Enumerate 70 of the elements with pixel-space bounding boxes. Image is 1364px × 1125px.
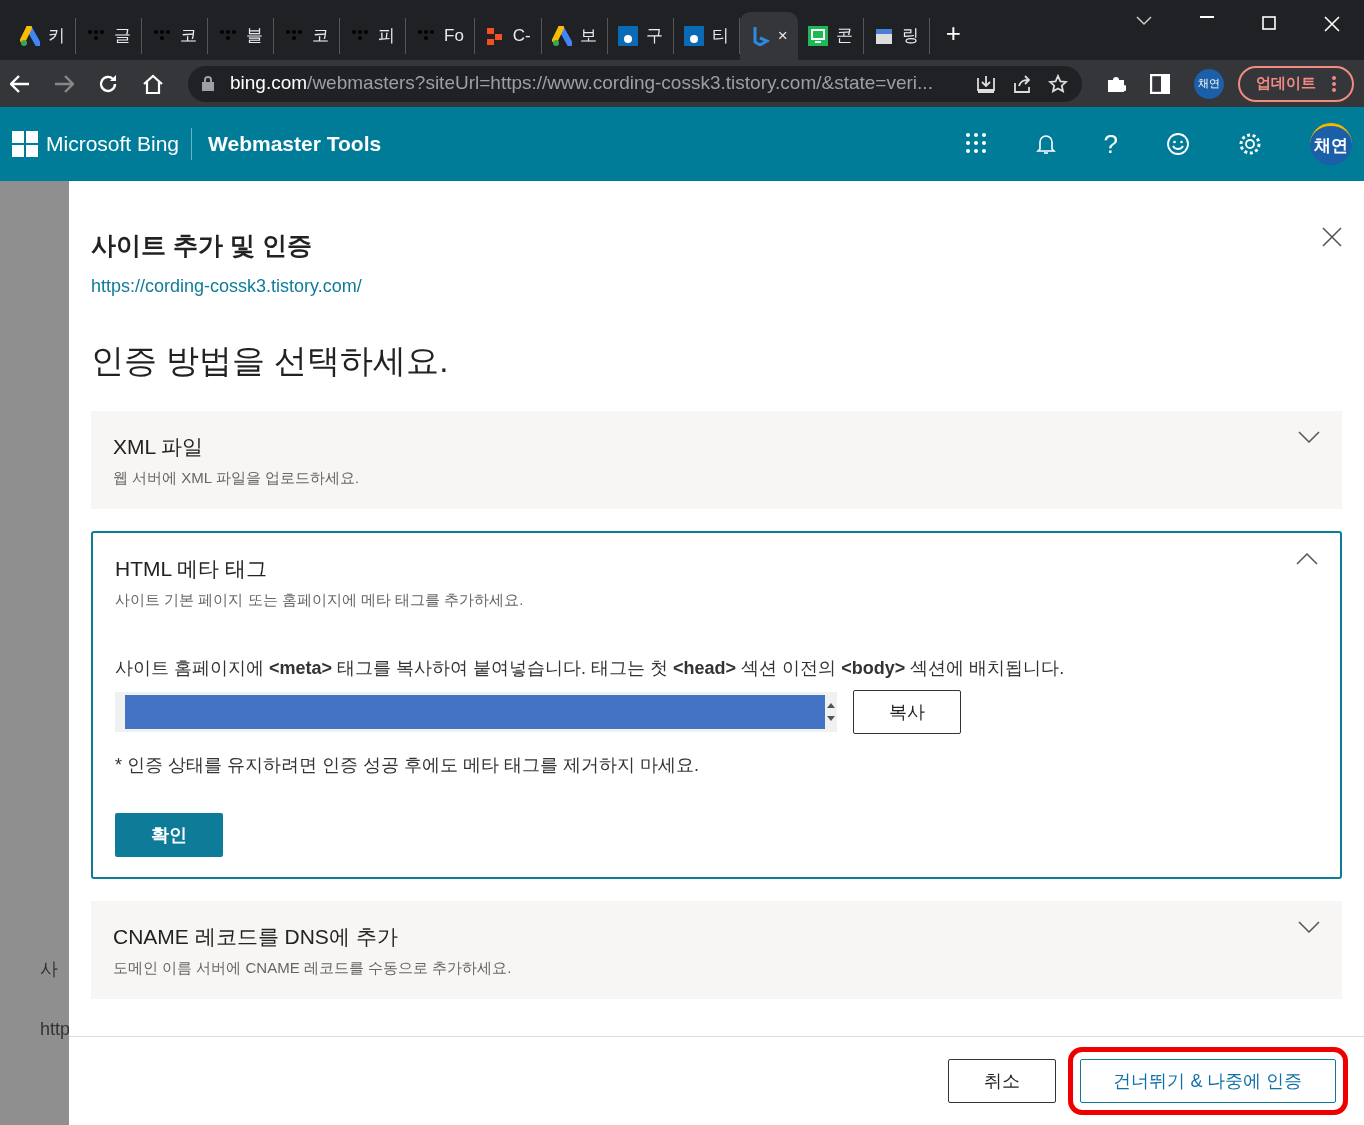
browser-tab[interactable]: 구 [607, 18, 674, 54]
blocks-icon [484, 26, 505, 46]
site-url-link[interactable]: https://cording-cossk3.tistory.com/ [91, 272, 362, 300]
note-text: * 인증 상태를 유지하려면 인증 성공 후에도 메타 태그를 제거하지 마세요. [115, 754, 700, 777]
method-title: XML 파일 [113, 434, 205, 460]
background-text: 사 [40, 958, 58, 981]
ads-logo-icon [551, 26, 572, 46]
lock-icon [202, 76, 214, 91]
ads-logo-icon [20, 26, 40, 46]
chevron-down-icon[interactable] [1298, 431, 1320, 443]
forward-arrow-icon[interactable] [54, 74, 74, 93]
browser-tab[interactable]: Fo [406, 18, 475, 54]
dialog-title: 사이트 추가 및 인증 [91, 230, 313, 261]
instruction-text: 사이트 홈페이지에 <meta> 태그를 복사하여 붙여넣습니다. 태그는 첫 <head> 섹션 이전의 <body> 섹션에 배치됩니다. [115, 657, 1066, 680]
method-title: CNAME 레코드를 DNS에 추가 [113, 924, 399, 950]
star-icon[interactable] [1048, 73, 1068, 94]
browser-tab[interactable]: 콘 [797, 18, 864, 54]
share-icon[interactable] [1012, 73, 1032, 94]
profile-avatar[interactable]: 채연 [1194, 68, 1224, 99]
browser-tab[interactable]: 피 [340, 18, 406, 54]
close-icon[interactable] [1322, 227, 1342, 247]
app-grid-icon[interactable] [965, 133, 988, 155]
home-icon[interactable] [142, 73, 164, 94]
help-button[interactable]: ? [1103, 124, 1118, 164]
address-bar[interactable]: bing.com/webmasters?siteUrl=https://www.cording-cossk3.tistory.com/&state=veri... [188, 65, 1082, 102]
settings-icon[interactable] [1238, 132, 1262, 156]
method-description: 도메인 이름 서버에 CNAME 레코드를 수동으로 추가하세요. [113, 957, 512, 978]
browser-tab[interactable]: 코 [142, 18, 208, 54]
browser-tab[interactable]: 블 [208, 18, 274, 54]
accordion-panel[interactable]: XML 파일 웹 서버에 XML 파일을 업로드하세요. [91, 411, 1342, 509]
confirm-button[interactable]: 확인 [115, 813, 223, 857]
section-heading: 인증 방법을 선택하세요. [90, 340, 450, 381]
browser-tab[interactable]: 보 [541, 18, 608, 54]
method-description: 사이트 기본 페이지 또는 홈페이지에 메타 태그를 추가하세요. [115, 589, 524, 610]
side-panel-icon[interactable] [1150, 73, 1170, 94]
copy-button[interactable]: 복사 [853, 690, 961, 734]
user-avatar[interactable]: 채연 [1310, 123, 1352, 165]
background-text: http [40, 1018, 71, 1041]
browser-tab[interactable]: 링 [863, 18, 930, 54]
method-title: HTML 메타 태그 [115, 556, 269, 582]
site-logo-icon [617, 26, 638, 46]
bell-icon[interactable] [1035, 133, 1056, 155]
maximize-icon[interactable] [1262, 16, 1276, 30]
url-text: bing.com/webmasters?siteUrl=https://www.cording-cossk3.tistory.com/&state=veri... [230, 71, 934, 96]
windows-logo-icon [12, 131, 38, 157]
browser-tab[interactable]: × [739, 12, 798, 60]
chevron-up-icon[interactable] [1296, 553, 1318, 565]
store-icon [873, 26, 894, 46]
browser-tab[interactable]: 키 [10, 18, 76, 54]
browser-tab[interactable]: 티 [673, 18, 740, 54]
meta-tag-field[interactable] [115, 692, 837, 732]
install-icon[interactable] [976, 73, 996, 94]
browser-tab[interactable]: 글 [76, 18, 142, 54]
back-arrow-icon[interactable] [10, 74, 30, 93]
site-logo-icon [683, 26, 704, 46]
smiley-icon[interactable] [1166, 132, 1190, 156]
browser-tab[interactable]: C- [474, 18, 542, 54]
product-name: Webmaster Tools [208, 131, 382, 158]
reload-icon[interactable] [98, 73, 118, 94]
cancel-button[interactable]: 취소 [948, 1059, 1056, 1103]
accordion-panel[interactable]: HTML 메타 태그 사이트 기본 페이지 또는 홈페이지에 메타 태그를 추가하세요. 사이트 홈페이지에 <meta> 태그를 복사하여 붙여넣습니다. 태그는 첫 <head> 섹션 이전의 <body> 섹션에 배치됩니다. 복사 * 인증 상태를 유지하려면 인증 성공 후에도 메타 태그를 제거하지 마세요. 확인 [91, 531, 1342, 879]
monitor-icon [807, 26, 828, 46]
brand-name[interactable]: Microsoft Bing [46, 128, 193, 160]
update-button[interactable]: 업데이트 [1238, 65, 1354, 102]
more-icon[interactable] [1332, 75, 1336, 92]
chevron-down-icon[interactable] [1298, 921, 1320, 933]
new-tab-button[interactable]: + [945, 16, 961, 50]
method-description: 웹 서버에 XML 파일을 업로드하세요. [113, 467, 360, 488]
browser-tab[interactable]: 코 [274, 18, 340, 54]
accordion-panel[interactable]: CNAME 레코드를 DNS에 추가 도메인 이름 서버에 CNAME 레코드를 수동으로 추가하세요. [91, 901, 1342, 999]
